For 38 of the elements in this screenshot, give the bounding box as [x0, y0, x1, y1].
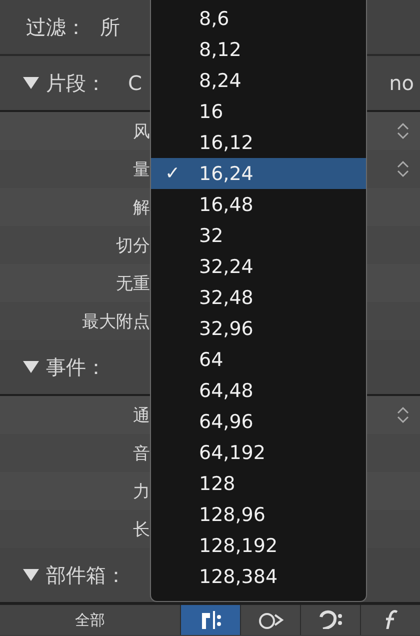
- property-label: 风: [132, 120, 150, 142]
- section-title: 事件：: [46, 354, 106, 380]
- menu-item[interactable]: 32,48: [151, 282, 366, 313]
- property-label: 力: [132, 480, 150, 502]
- menu-item[interactable]: 8,12: [151, 34, 366, 65]
- section-value: no: [389, 71, 414, 95]
- filter-value[interactable]: 所: [100, 14, 120, 40]
- filter-label: 过滤：: [26, 14, 86, 40]
- menu-item[interactable]: 64,192: [151, 437, 366, 468]
- property-label: 无重: [115, 272, 150, 294]
- menu-item[interactable]: 16,12: [151, 127, 366, 158]
- menu-item[interactable]: 16: [151, 96, 366, 127]
- menu-item[interactable]: 64,96: [151, 406, 366, 437]
- menu-item[interactable]: 16,48: [151, 189, 366, 220]
- menu-item[interactable]: ✓ 16,24: [151, 158, 366, 189]
- menu-item[interactable]: 8,24: [151, 65, 366, 96]
- menu-item[interactable]: 128: [151, 468, 366, 499]
- property-label: 解: [132, 196, 150, 218]
- all-button[interactable]: 全部: [0, 605, 180, 635]
- menu-item[interactable]: 32,96: [151, 313, 366, 344]
- property-label: 量: [132, 158, 150, 180]
- property-label: 最大附点: [81, 310, 150, 332]
- checkmark: ✓: [165, 163, 180, 184]
- menu-item[interactable]: 8,6: [151, 3, 366, 34]
- menu-item[interactable]: 32,24: [151, 251, 366, 282]
- menu-item[interactable]: 128,384: [151, 561, 366, 592]
- menu-item[interactable]: 128,192: [151, 530, 366, 561]
- section-title: 片段：: [46, 70, 106, 96]
- menu-item[interactable]: 64: [151, 344, 366, 375]
- property-label: 通: [132, 404, 150, 426]
- section-title: 部件箱：: [46, 562, 126, 588]
- section-value: C: [128, 71, 142, 95]
- property-label: 音: [132, 442, 150, 464]
- property-label: 长: [132, 518, 150, 540]
- menu-item[interactable]: 64,48: [151, 375, 366, 406]
- property-label: 切分: [115, 234, 150, 256]
- menu-item[interactable]: 32: [151, 220, 366, 251]
- menu-item[interactable]: 128,96: [151, 499, 366, 530]
